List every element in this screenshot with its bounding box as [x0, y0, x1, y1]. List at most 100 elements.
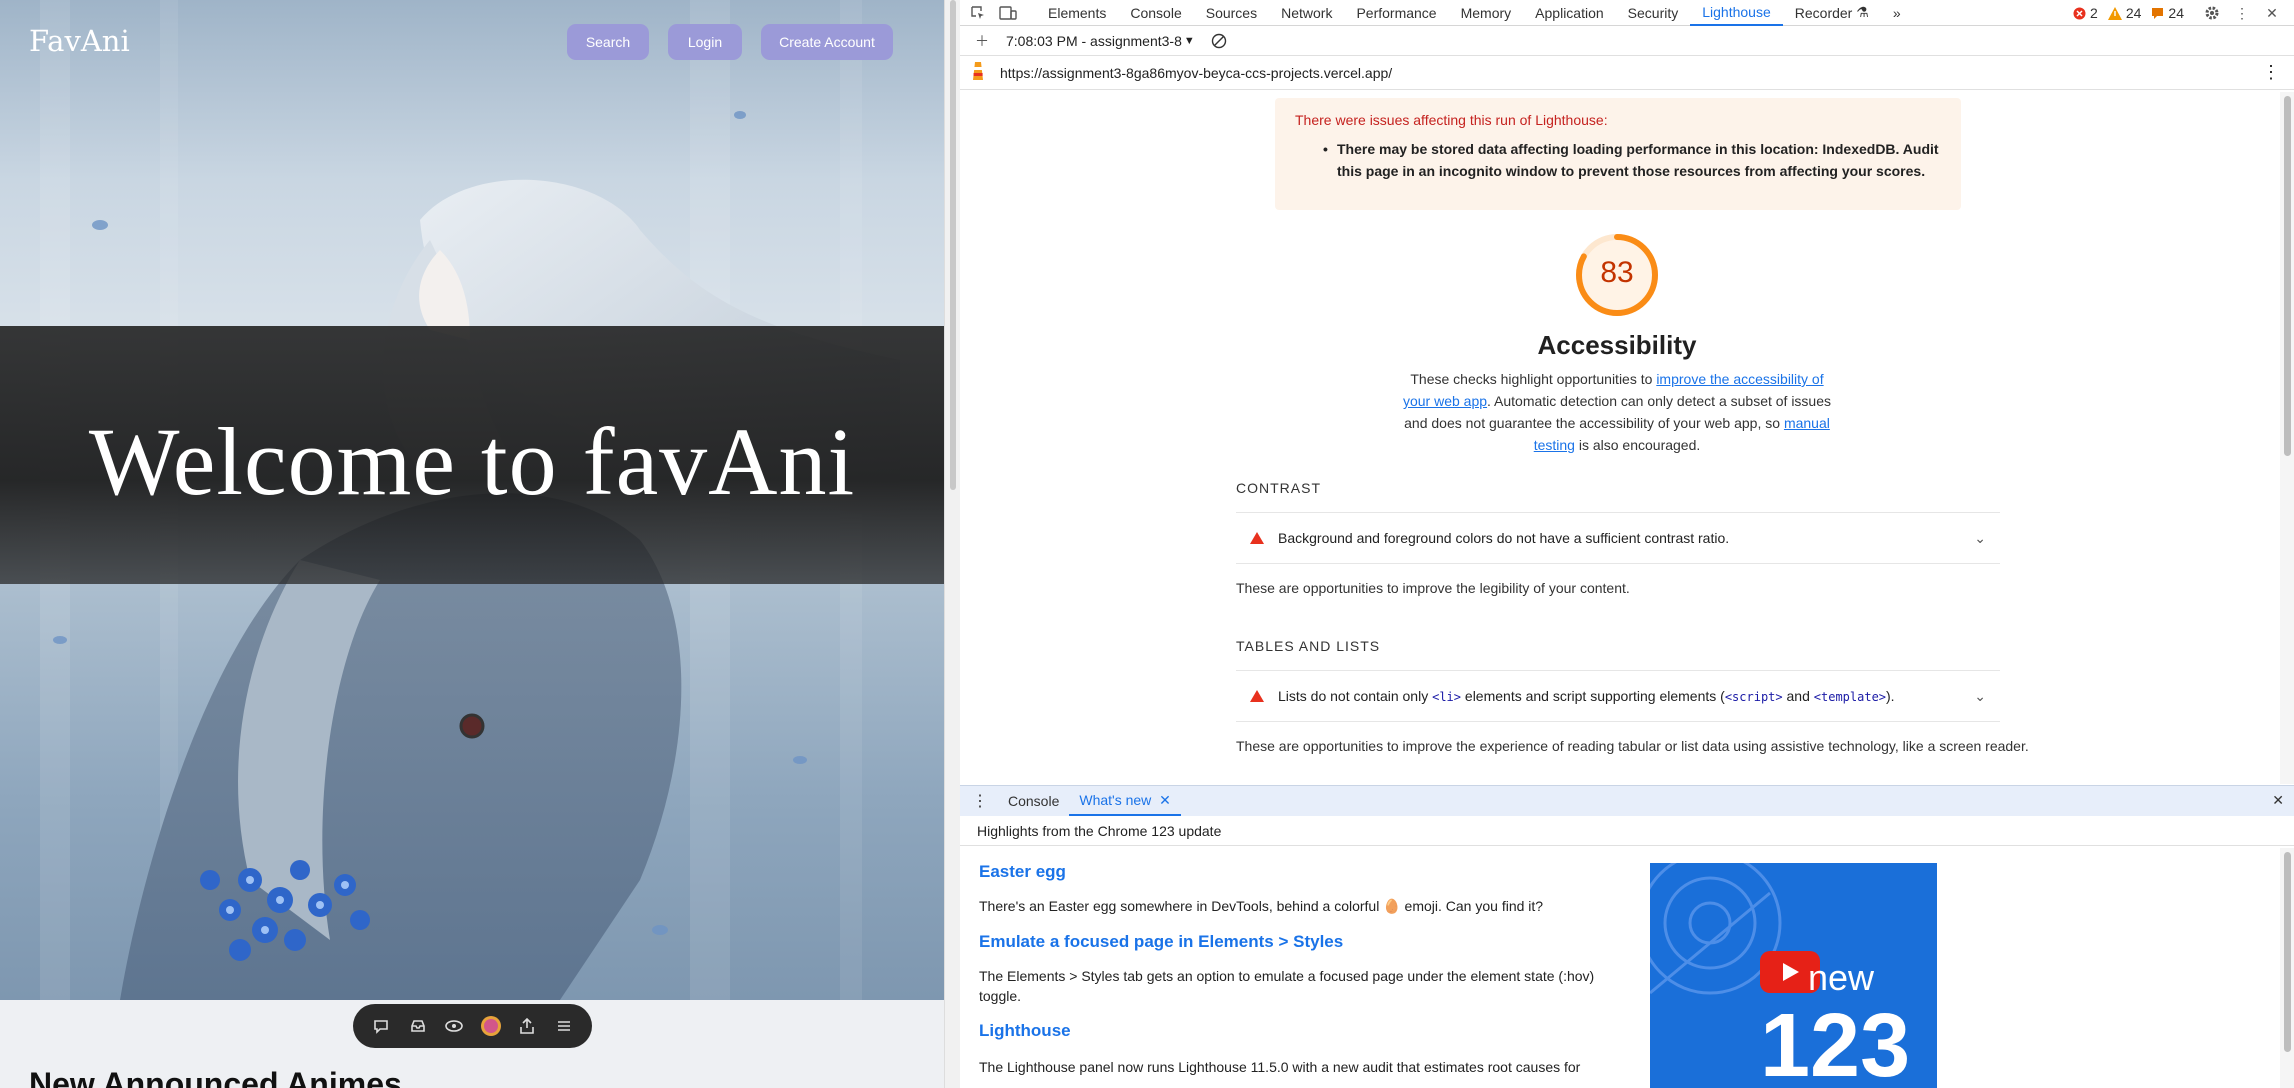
whats-new-title-2[interactable]: Emulate a focused page in Elements > Sty… — [979, 932, 1343, 952]
lighthouse-toolbar: ＋ 7:08:03 PM - assignment3-8 ▼ — [960, 26, 2294, 56]
devtools-status: 2 24 24 ⋮ ✕ — [2073, 0, 2282, 26]
audit-list-items-code-script: <script> — [1724, 690, 1783, 704]
whats-new-video-thumbnail[interactable]: new 123 — [1650, 863, 1937, 1088]
drawer-tab-whats-new-label: What's new — [1079, 792, 1152, 808]
whats-new-title-1[interactable]: Easter egg — [979, 862, 1066, 882]
audit-contrast[interactable]: Background and foreground colors do not … — [1236, 512, 2000, 564]
tab-security[interactable]: Security — [1616, 0, 1691, 26]
whats-new-title-3[interactable]: Lighthouse — [979, 1021, 1071, 1041]
audit-list-items-text-1: Lists do not contain only — [1278, 688, 1433, 704]
hero-title: Welcome to favAni — [88, 408, 856, 515]
group-title-tables-lists: TABLES AND LISTS — [1236, 638, 1381, 654]
whats-new-content: Easter egg There's an Easter egg somewhe… — [960, 848, 2280, 1088]
create-account-button[interactable]: Create Account — [761, 24, 893, 60]
search-button[interactable]: Search — [567, 24, 649, 60]
lighthouse-logo-icon — [970, 60, 986, 85]
share-icon[interactable] — [513, 1012, 541, 1040]
report-selector[interactable]: 7:08:03 PM - assignment3-8 ▼ — [1006, 33, 1195, 49]
tab-recorder[interactable]: Recorder ⚗ — [1783, 0, 1881, 26]
more-tabs-icon[interactable]: » — [1881, 0, 1913, 26]
category-description: These checks highlight opportunities to … — [1395, 368, 1839, 456]
video-label: new — [1808, 957, 1875, 998]
page-scrollbar[interactable] — [944, 0, 960, 1088]
warning-title: There were issues affecting this run of … — [1295, 112, 1608, 128]
devtools-drawer: ⋮ Console What's new ✕ ✕ Highlights from… — [960, 785, 2294, 1088]
audit-list-items[interactable]: Lists do not contain only <li> elements … — [1236, 670, 2000, 722]
fail-triangle-icon — [1250, 690, 1264, 702]
warning-item: There may be stored data affecting loadi… — [1323, 138, 1941, 182]
report-menu-icon[interactable]: ⋮ — [2262, 62, 2280, 83]
site-logo[interactable]: FavAni — [29, 24, 130, 58]
scrollbar-thumb[interactable] — [2284, 852, 2291, 1052]
device-toolbar-icon[interactable] — [998, 3, 1018, 23]
audit-list-items-code-template: <template> — [1813, 690, 1887, 704]
settings-gear-icon[interactable] — [2202, 3, 2222, 23]
issues-icon — [2152, 7, 2164, 19]
avatar[interactable] — [477, 1012, 505, 1040]
tab-performance[interactable]: Performance — [1344, 0, 1448, 26]
lighthouse-report: There were issues affecting this run of … — [960, 92, 2294, 784]
whats-new-body-3: The Lighthouse panel now runs Lighthouse… — [979, 1059, 1581, 1075]
whats-new-body-1: There's an Easter egg somewhere in DevTo… — [979, 898, 1544, 914]
new-report-icon[interactable]: ＋ — [972, 31, 992, 51]
drawer-tab-whats-new[interactable]: What's new ✕ — [1069, 786, 1181, 816]
close-devtools-icon[interactable]: ✕ — [2262, 3, 2282, 23]
chevron-down-icon: ▼ — [1183, 34, 1195, 47]
comment-icon[interactable] — [367, 1012, 395, 1040]
drawer-scrollbar[interactable] — [2280, 848, 2294, 1088]
scrollbar-thumb[interactable] — [950, 0, 956, 490]
tab-application[interactable]: Application — [1523, 0, 1616, 26]
drawer-tab-console[interactable]: Console — [998, 786, 1069, 816]
report-selector-label: 7:08:03 PM - assignment3-8 — [1006, 32, 1182, 49]
tab-console[interactable]: Console — [1118, 0, 1193, 26]
eye-icon[interactable] — [440, 1012, 468, 1040]
floating-toolbar — [353, 1004, 592, 1048]
devtools-panel: Elements Console Sources Network Perform… — [960, 0, 2294, 1088]
audit-list-items-text-2: elements and script supporting elements … — [1461, 688, 1725, 704]
group-desc-tables-lists: These are opportunities to improve the e… — [1236, 738, 2029, 754]
menu-icon[interactable] — [550, 1012, 578, 1040]
close-drawer-icon[interactable]: ✕ — [2272, 792, 2284, 809]
warning-icon — [2107, 6, 2122, 20]
clear-reports-icon[interactable] — [1209, 31, 1229, 51]
run-warning-box: There were issues affecting this run of … — [1275, 98, 1961, 210]
error-count[interactable]: 2 — [2073, 5, 2098, 21]
audit-list-items-code-li: <li> — [1432, 690, 1462, 704]
report-url-bar: https://assignment3-8ga86myov-beyca-ccs-… — [960, 56, 2294, 90]
audit-list-items-text-4: ). — [1886, 688, 1895, 704]
category-description-part-1: These checks highlight opportunities to — [1410, 371, 1657, 387]
audit-list-items-label: Lists do not contain only <li> elements … — [1278, 688, 1895, 704]
more-options-icon[interactable]: ⋮ — [2232, 3, 2252, 23]
tab-lighthouse[interactable]: Lighthouse — [1690, 0, 1783, 26]
chevron-down-icon[interactable]: ⌄ — [1974, 530, 1986, 547]
tab-network[interactable]: Network — [1269, 0, 1344, 26]
group-title-contrast: CONTRAST — [1236, 480, 1321, 496]
devtools-tabbar: Elements Console Sources Network Perform… — [960, 0, 2294, 26]
tab-recorder-label: Recorder — [1794, 4, 1853, 21]
score-value: 83 — [1600, 256, 1634, 289]
scrollbar-thumb[interactable] — [2284, 96, 2291, 456]
video-version: 123 — [1760, 996, 1911, 1088]
issues-count-label: 24 — [2168, 5, 2184, 21]
issues-count[interactable]: 24 — [2151, 5, 2184, 21]
tab-memory[interactable]: Memory — [1449, 0, 1524, 26]
warning-count-label: 24 — [2125, 5, 2142, 21]
drawer-menu-icon[interactable]: ⋮ — [960, 786, 998, 816]
warning-count[interactable]: 24 — [2107, 5, 2142, 21]
drawer-tabbar: ⋮ Console What's new ✕ ✕ — [960, 786, 2294, 816]
chevron-down-icon[interactable]: ⌄ — [1974, 688, 1986, 705]
inbox-icon[interactable] — [404, 1012, 432, 1040]
tab-sources[interactable]: Sources — [1194, 0, 1269, 26]
tab-elements[interactable]: Elements — [1036, 0, 1118, 26]
whats-new-header: Highlights from the Chrome 123 update — [960, 816, 2294, 846]
flask-icon: ⚗ — [1856, 4, 1869, 20]
close-icon[interactable]: ✕ — [1159, 792, 1171, 809]
website-viewport: Welcome to favAni FavAni Search Login Cr… — [0, 0, 944, 1088]
group-desc-contrast: These are opportunities to improve the l… — [1236, 580, 1630, 596]
report-scrollbar[interactable] — [2280, 92, 2294, 784]
fail-triangle-icon — [1250, 532, 1264, 544]
inspect-element-icon[interactable] — [968, 3, 988, 23]
category-description-part-3: is also encouraged. — [1574, 437, 1701, 453]
section-title: New Announced Animes — [29, 1066, 402, 1088]
login-button[interactable]: Login — [668, 24, 742, 60]
